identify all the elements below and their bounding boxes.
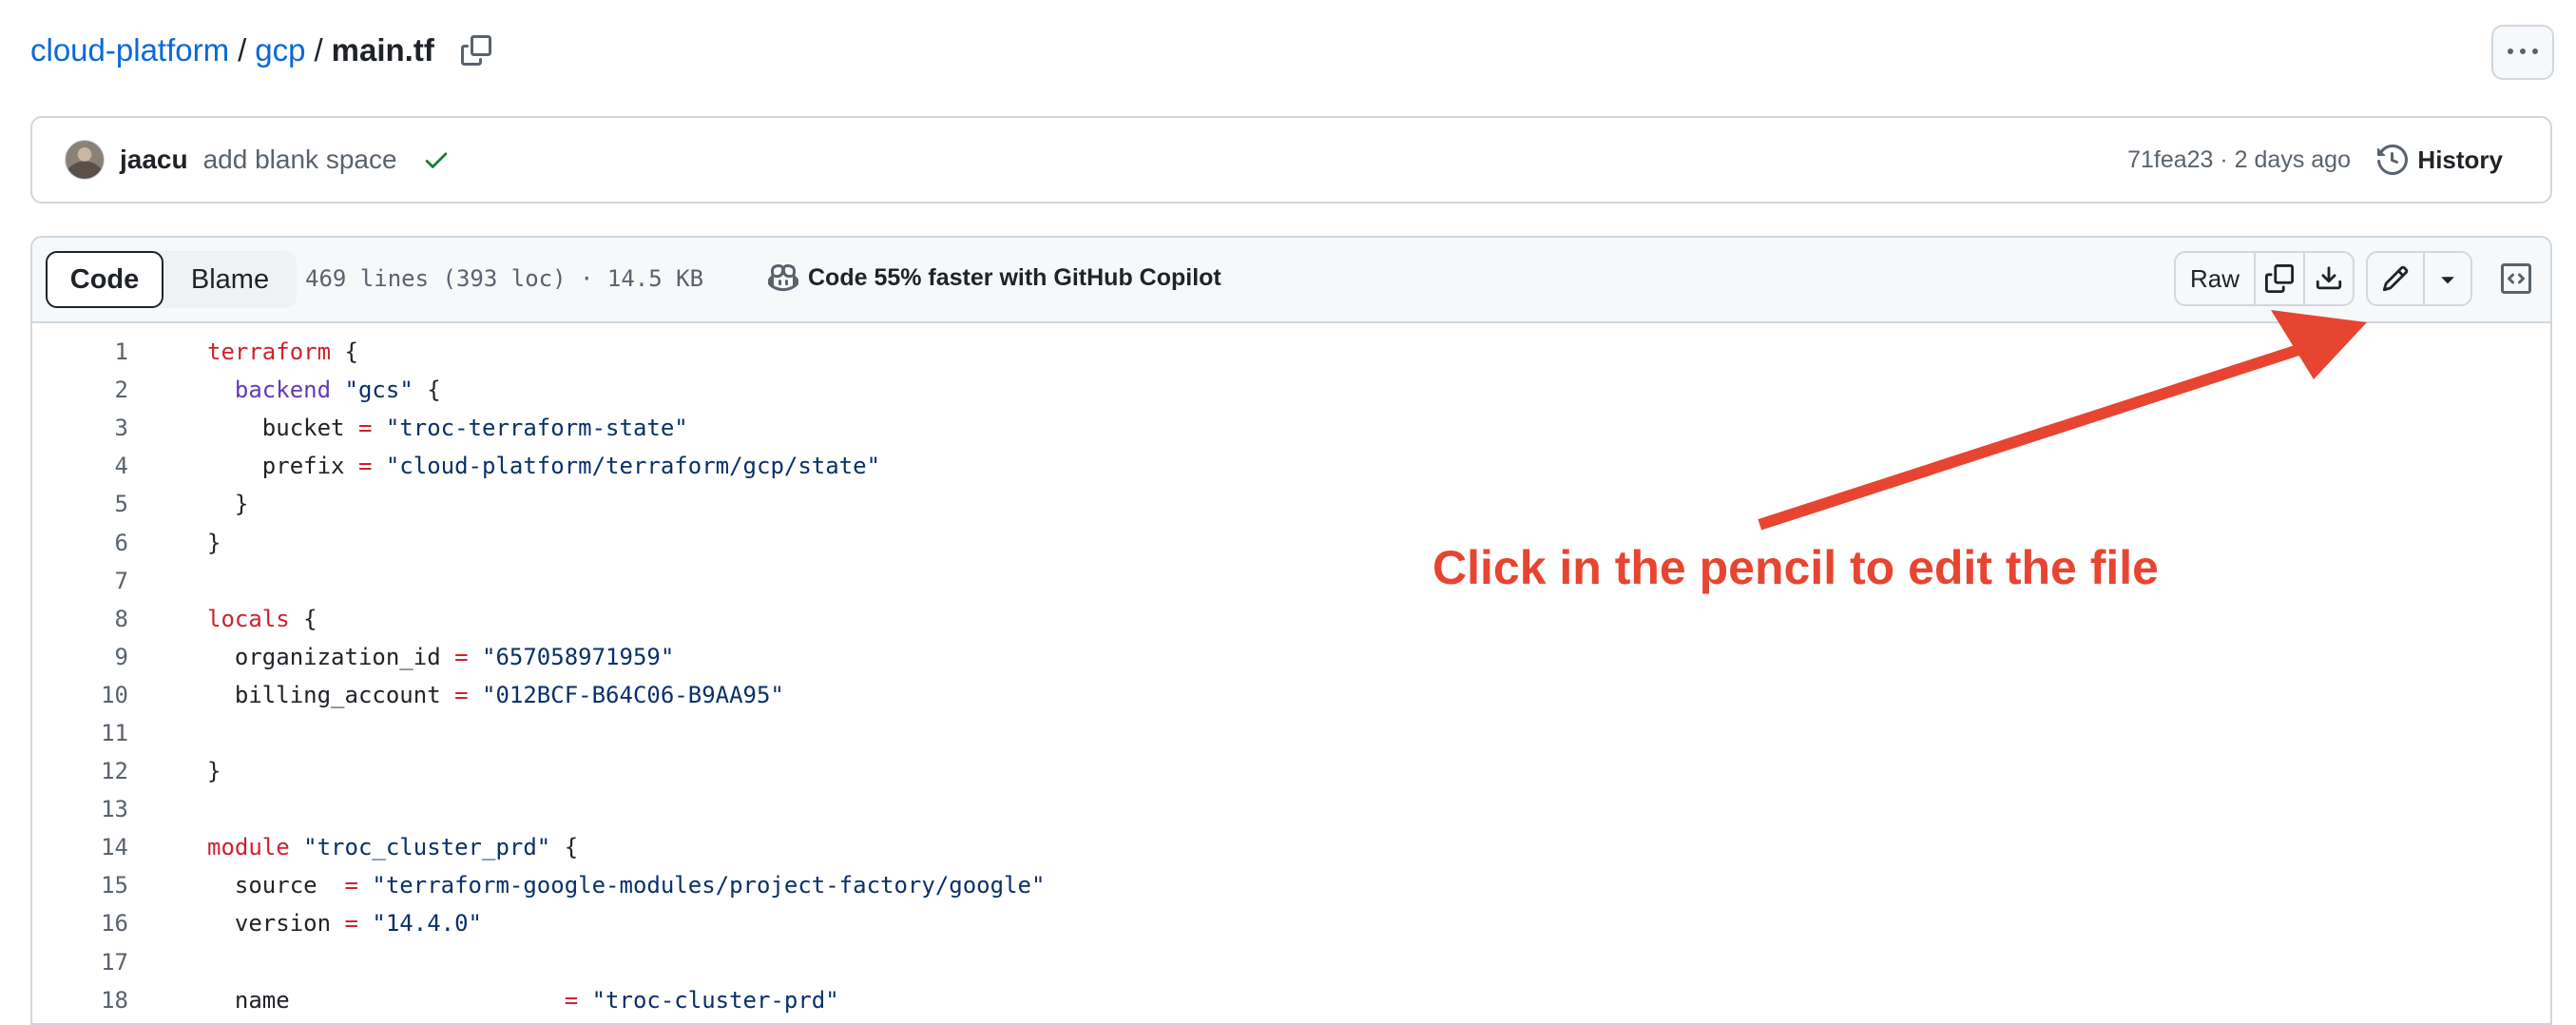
annotation-arrow [1758,310,2367,531]
annotation-text: Click in the pencil to edit the file [1432,541,2159,594]
